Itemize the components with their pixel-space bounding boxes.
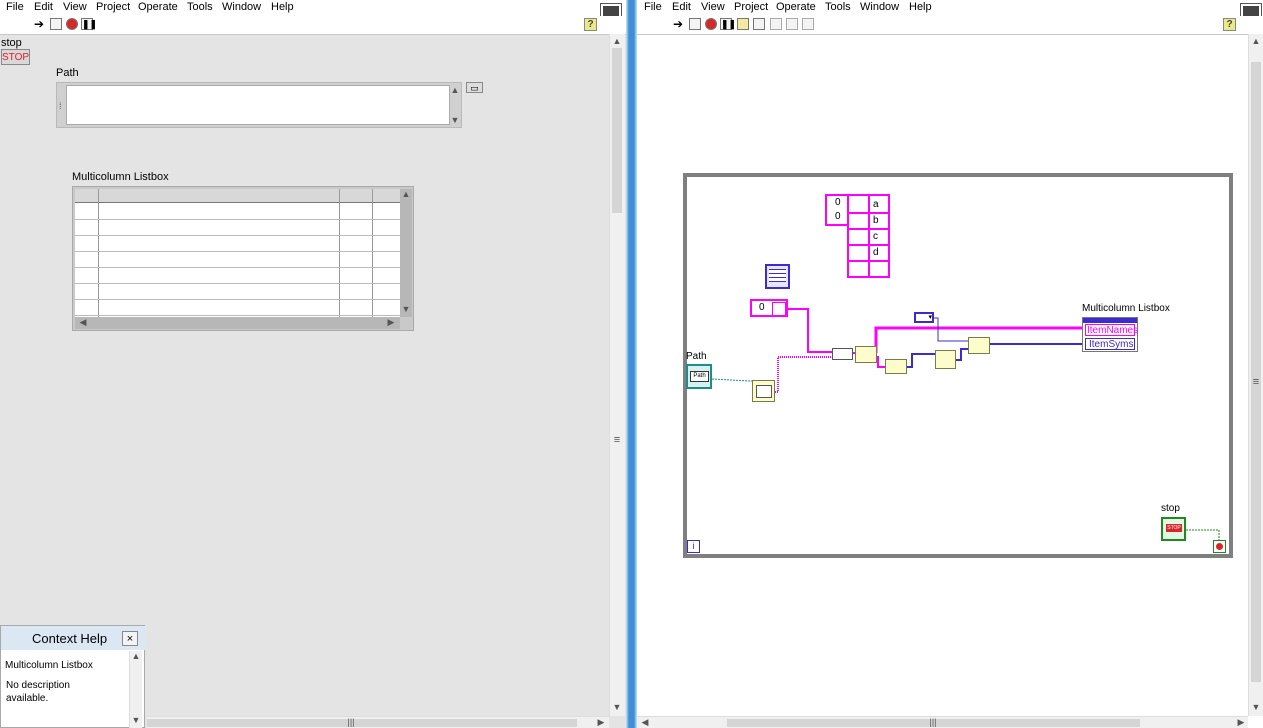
- property-node[interactable]: ItemNames ItemSyms: [1082, 317, 1138, 352]
- wire-numeric-a[interactable]: [906, 353, 935, 368]
- property-itemnames[interactable]: ItemNames: [1085, 324, 1138, 336]
- array-cell-d[interactable]: d: [873, 247, 879, 258]
- stop-terminal[interactable]: STOP: [1161, 517, 1186, 541]
- wire-string-index[interactable]: [787, 308, 833, 353]
- index-constant[interactable]: 0: [750, 299, 788, 317]
- property-itemsyms[interactable]: ItemSyms: [1085, 338, 1135, 350]
- array-cell-a[interactable]: a: [873, 199, 879, 210]
- path-terminal[interactable]: Path: [686, 364, 712, 389]
- array-index-col[interactable]: 0: [835, 211, 841, 222]
- wires-layer: [711, 308, 1220, 542]
- property-node-label: Multicolumn Listbox: [1082, 303, 1170, 314]
- string-array-constant[interactable]: a b c d: [847, 194, 890, 278]
- array-index-display[interactable]: 0 0: [825, 194, 849, 226]
- array-cell-c[interactable]: c: [873, 231, 878, 242]
- stop-terminal-label: stop: [1161, 503, 1180, 514]
- enum-constant[interactable]: ▾: [914, 312, 934, 323]
- loop-condition-icon[interactable]: [1213, 540, 1226, 553]
- listbox-reference-icon[interactable]: [765, 264, 790, 289]
- replace-subset-node[interactable]: [968, 337, 990, 354]
- array-function-node[interactable]: [855, 346, 877, 363]
- list-folder-node[interactable]: [752, 380, 775, 402]
- path-terminal-text: Path: [690, 371, 709, 382]
- array-index-row[interactable]: 0: [835, 197, 841, 208]
- index-constant-value[interactable]: 0: [759, 302, 765, 313]
- search-array-node[interactable]: [935, 350, 956, 369]
- build-array-node[interactable]: [832, 348, 853, 360]
- stop-terminal-text: STOP: [1166, 524, 1182, 532]
- iteration-terminal[interactable]: i: [687, 540, 700, 553]
- wire-path[interactable]: [711, 378, 752, 382]
- wire-numeric-b[interactable]: [955, 348, 968, 361]
- array-cell-b[interactable]: b: [873, 215, 879, 226]
- wire-string-dir[interactable]: [775, 356, 833, 393]
- path-terminal-label: Path: [686, 351, 707, 362]
- transpose-node[interactable]: [885, 359, 907, 374]
